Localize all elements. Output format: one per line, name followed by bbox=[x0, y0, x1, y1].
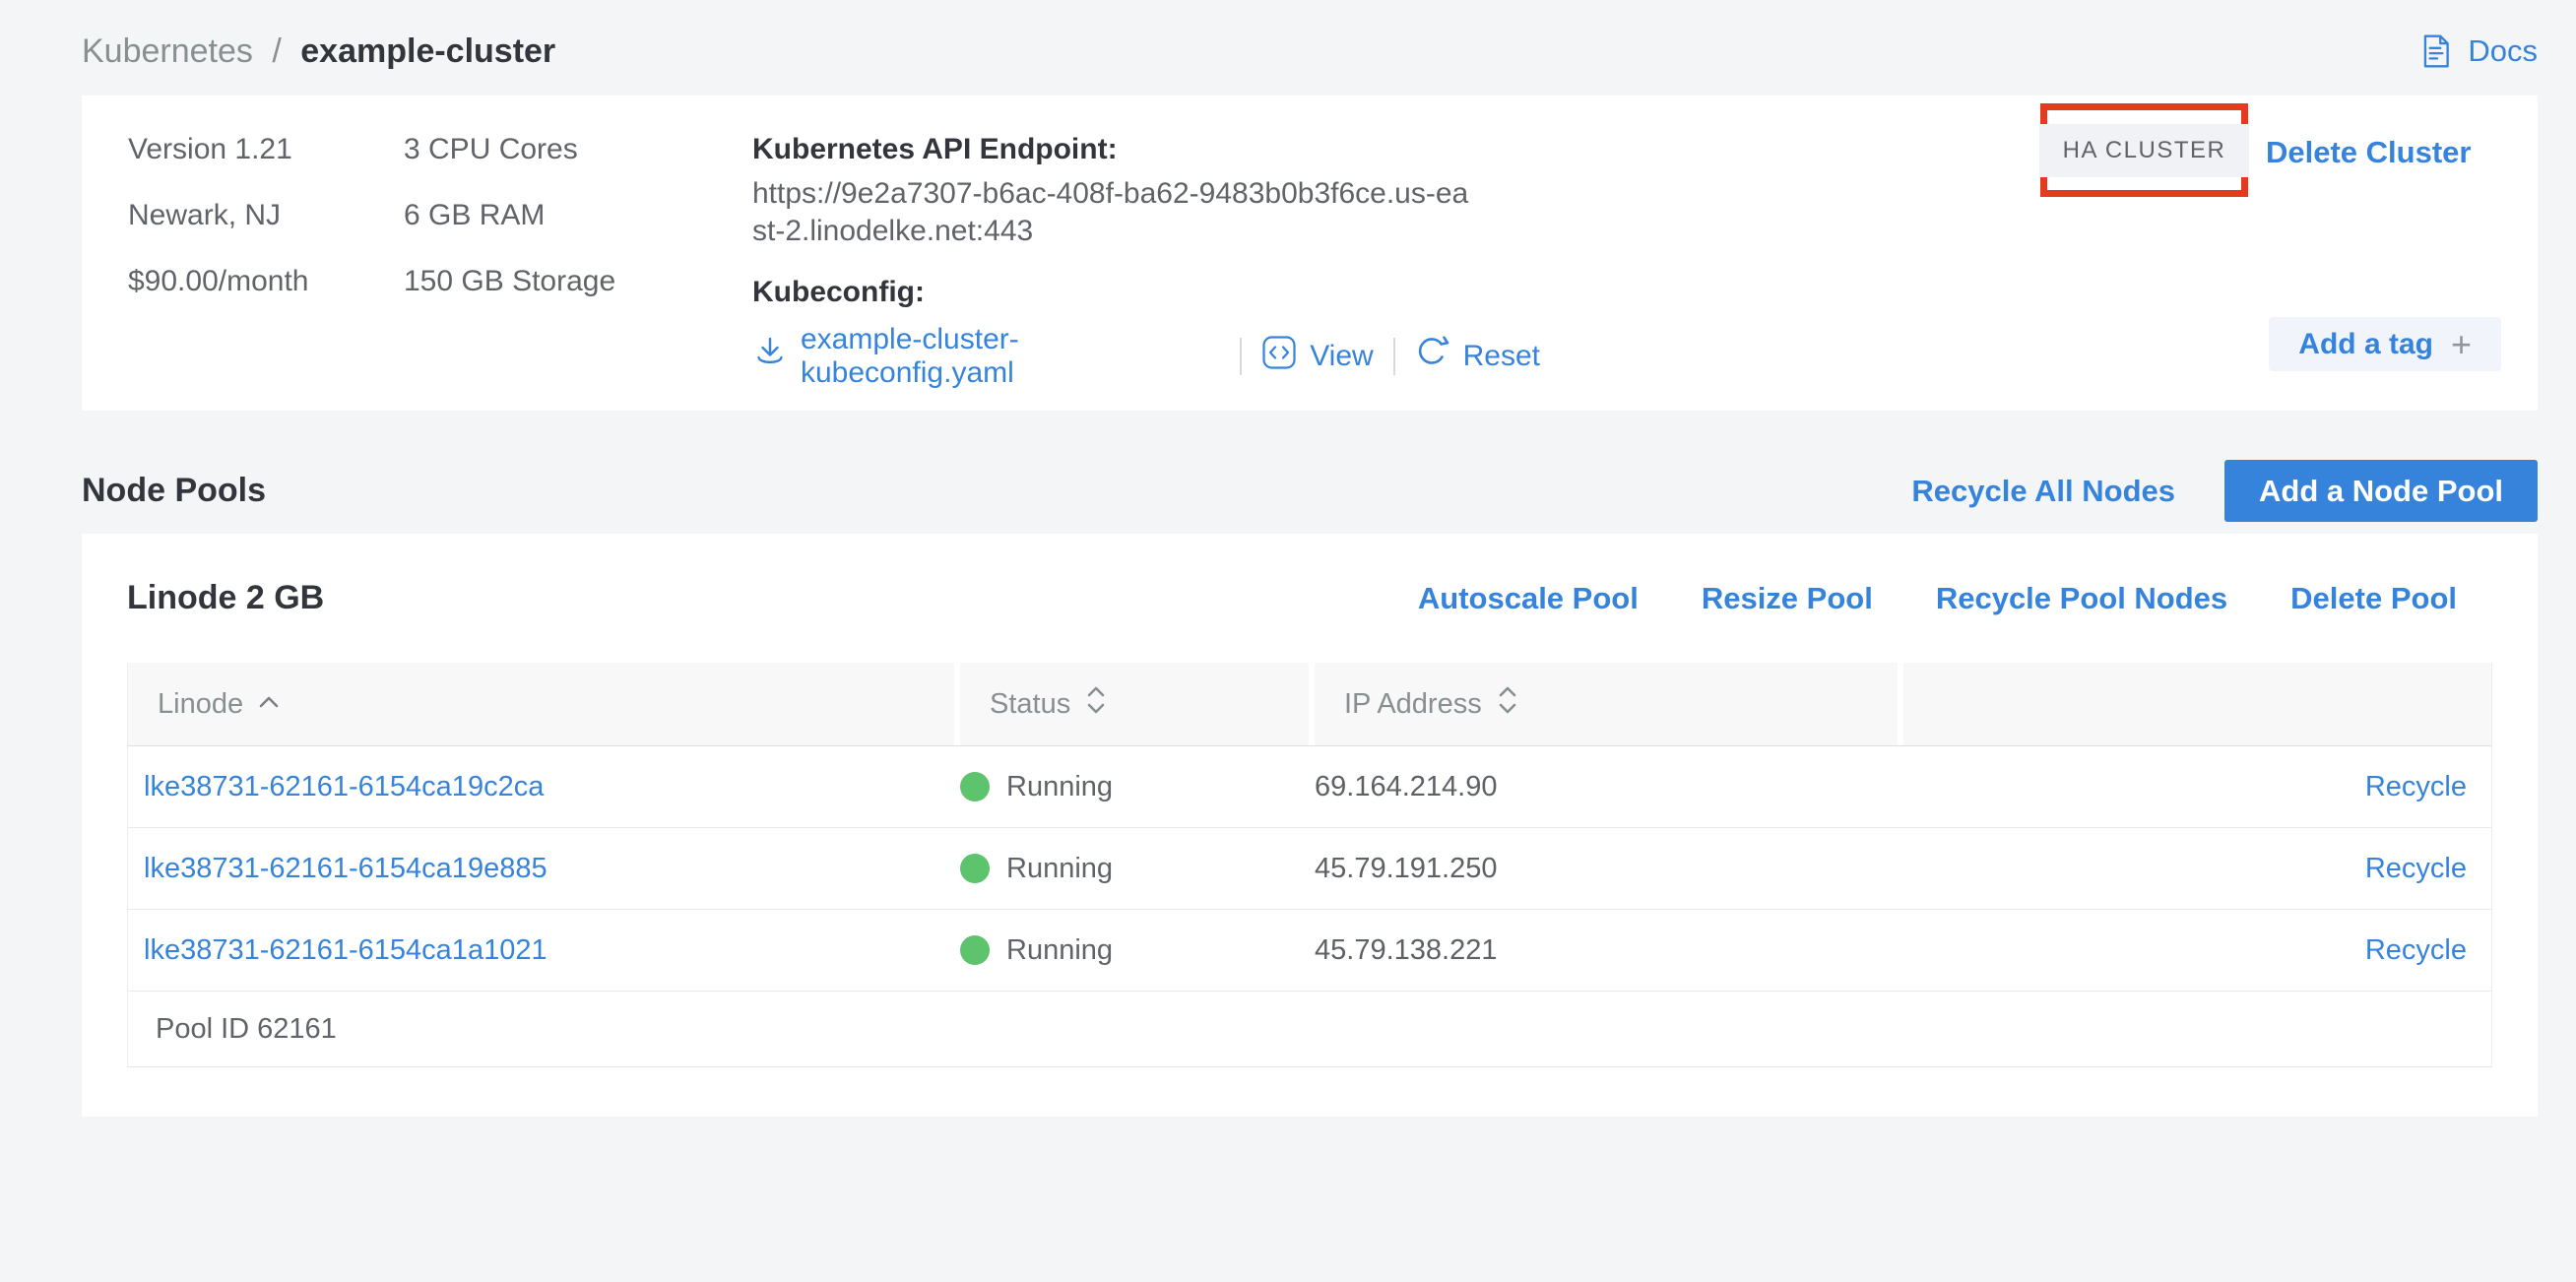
node-status-cell: Running bbox=[960, 853, 1315, 885]
breadcrumb-current-cluster: example-cluster bbox=[300, 32, 555, 70]
column-header-ip-address[interactable]: IP Address bbox=[1315, 663, 1898, 745]
add-tag-label: Add a tag bbox=[2298, 328, 2433, 361]
column-header-status[interactable]: Status bbox=[960, 663, 1309, 745]
view-kubeconfig-link[interactable]: View bbox=[1261, 335, 1373, 378]
status-label: Running bbox=[1006, 934, 1113, 967]
recycle-node-button[interactable]: Recycle bbox=[2365, 934, 2467, 966]
column-label-ip-address: IP Address bbox=[1344, 688, 1482, 721]
delete-cluster-button[interactable]: Delete Cluster bbox=[2266, 135, 2471, 170]
sort-both-icon bbox=[1084, 682, 1108, 726]
node-ip-cell: 45.79.191.250 bbox=[1315, 853, 1903, 885]
sort-both-icon bbox=[1496, 682, 1519, 726]
table-row: lke38731-62161-6154ca19c2ca Running 69.1… bbox=[128, 746, 2491, 828]
recycle-node-button[interactable]: Recycle bbox=[2365, 771, 2467, 802]
node-ip-cell: 45.79.138.221 bbox=[1315, 934, 1903, 967]
node-pool-card: Linode 2 GB Autoscale Pool Resize Pool R… bbox=[82, 534, 2538, 1117]
node-status-cell: Running bbox=[960, 771, 1315, 803]
node-name-cell: lke38731-62161-6154ca19e885 bbox=[128, 853, 960, 885]
pool-header: Linode 2 GB Autoscale Pool Resize Pool R… bbox=[127, 534, 2492, 663]
pool-name: Linode 2 GB bbox=[127, 579, 324, 617]
table-row: lke38731-62161-6154ca19e885 Running 45.7… bbox=[128, 828, 2491, 910]
kubeconfig-filename: example-cluster-kubeconfig.yaml bbox=[801, 323, 1220, 390]
cluster-specs-column-1: Version 1.21 Newark, NJ $90.00/month bbox=[128, 133, 404, 373]
node-actions-cell: Recycle bbox=[1903, 853, 2491, 885]
delete-pool-button[interactable]: Delete Pool bbox=[2290, 581, 2457, 616]
recycle-pool-nodes-button[interactable]: Recycle Pool Nodes bbox=[1936, 581, 2227, 616]
reset-kubeconfig-link[interactable]: Reset bbox=[1415, 335, 1540, 378]
plus-icon: + bbox=[2451, 327, 2472, 362]
api-endpoint-block: Kubernetes API Endpoint: https://9e2a730… bbox=[752, 133, 1540, 373]
download-icon bbox=[752, 335, 788, 378]
column-label-linode: Linode bbox=[158, 688, 243, 721]
recycle-all-nodes-button[interactable]: Recycle All Nodes bbox=[1911, 474, 2175, 509]
resize-pool-button[interactable]: Resize Pool bbox=[1702, 581, 1873, 616]
kubeconfig-download-link[interactable]: example-cluster-kubeconfig.yaml bbox=[752, 323, 1220, 390]
node-status-cell: Running bbox=[960, 934, 1315, 967]
pool-id-label: Pool ID 62161 bbox=[156, 1013, 337, 1046]
docs-label: Docs bbox=[2468, 33, 2538, 69]
column-label-status: Status bbox=[990, 688, 1070, 721]
cluster-cpu: 3 CPU Cores bbox=[404, 133, 752, 199]
node-name-cell: lke38731-62161-6154ca19c2ca bbox=[128, 771, 960, 803]
cluster-specs-column-2: 3 CPU Cores 6 GB RAM 150 GB Storage bbox=[404, 133, 752, 373]
cluster-summary-card: Version 1.21 Newark, NJ $90.00/month 3 C… bbox=[82, 96, 2538, 411]
node-pools-bar: Node Pools Recycle All Nodes Add a Node … bbox=[82, 460, 2538, 522]
divider bbox=[1393, 338, 1395, 375]
autoscale-pool-button[interactable]: Autoscale Pool bbox=[1418, 581, 1639, 616]
view-label: View bbox=[1310, 340, 1373, 373]
node-actions-cell: Recycle bbox=[1903, 934, 2491, 967]
docs-icon bbox=[2417, 32, 2455, 70]
cluster-region: Newark, NJ bbox=[128, 199, 404, 265]
node-link[interactable]: lke38731-62161-6154ca19e885 bbox=[144, 853, 547, 884]
kubernetes-cluster-page: Kubernetes / example-cluster Docs Versio… bbox=[0, 0, 2576, 1282]
kubeconfig-label: Kubeconfig: bbox=[752, 276, 1540, 309]
table-row: lke38731-62161-6154ca1a1021 Running 45.7… bbox=[128, 910, 2491, 992]
cluster-version: Version 1.21 bbox=[128, 133, 404, 199]
add-node-pool-button[interactable]: Add a Node Pool bbox=[2224, 460, 2538, 522]
reset-icon bbox=[1415, 335, 1450, 378]
add-tag-button[interactable]: Add a tag + bbox=[2269, 317, 2501, 371]
ha-cluster-badge: HA CLUSTER bbox=[2039, 124, 2250, 177]
node-pools-actions: Recycle All Nodes Add a Node Pool bbox=[1911, 460, 2538, 522]
node-ip-cell: 69.164.214.90 bbox=[1315, 771, 1903, 803]
annotation-highlight-box: HA CLUSTER bbox=[2040, 103, 2248, 197]
sort-ascending-icon bbox=[257, 683, 281, 716]
pool-id-footer: Pool ID 62161 bbox=[128, 992, 2491, 1066]
column-header-actions bbox=[1903, 663, 2491, 745]
node-link[interactable]: lke38731-62161-6154ca1a1021 bbox=[144, 934, 547, 966]
topbar: Kubernetes / example-cluster Docs bbox=[82, 30, 2538, 73]
api-endpoint-url: https://9e2a7307-b6ac-408f-ba62-9483b0b3… bbox=[752, 175, 1483, 250]
table-header-row: Linode Status bbox=[128, 663, 2491, 746]
kubeconfig-row: example-cluster-kubeconfig.yaml View bbox=[752, 323, 1540, 390]
status-label: Running bbox=[1006, 853, 1113, 885]
node-pools-title: Node Pools bbox=[82, 472, 266, 510]
docs-link[interactable]: Docs bbox=[2417, 32, 2538, 70]
status-running-dot bbox=[960, 935, 990, 965]
code-icon bbox=[1261, 335, 1297, 378]
recycle-node-button[interactable]: Recycle bbox=[2365, 853, 2467, 884]
cluster-ram: 6 GB RAM bbox=[404, 199, 752, 265]
api-endpoint-label: Kubernetes API Endpoint: bbox=[752, 133, 1540, 166]
breadcrumb-separator: / bbox=[272, 32, 281, 70]
breadcrumb: Kubernetes / example-cluster bbox=[82, 32, 555, 71]
status-running-dot bbox=[960, 854, 990, 883]
node-link[interactable]: lke38731-62161-6154ca19c2ca bbox=[144, 771, 544, 802]
pool-actions: Autoscale Pool Resize Pool Recycle Pool … bbox=[1418, 581, 2457, 616]
node-name-cell: lke38731-62161-6154ca1a1021 bbox=[128, 934, 960, 967]
divider bbox=[1240, 338, 1242, 375]
nodes-table: Linode Status bbox=[127, 663, 2492, 1067]
cluster-storage: 150 GB Storage bbox=[404, 265, 752, 331]
breadcrumb-kubernetes[interactable]: Kubernetes bbox=[82, 32, 253, 70]
reset-label: Reset bbox=[1463, 340, 1540, 373]
column-header-linode[interactable]: Linode bbox=[128, 663, 954, 745]
status-running-dot bbox=[960, 772, 990, 801]
status-label: Running bbox=[1006, 771, 1113, 803]
cluster-price: $90.00/month bbox=[128, 265, 404, 331]
node-actions-cell: Recycle bbox=[1903, 771, 2491, 803]
